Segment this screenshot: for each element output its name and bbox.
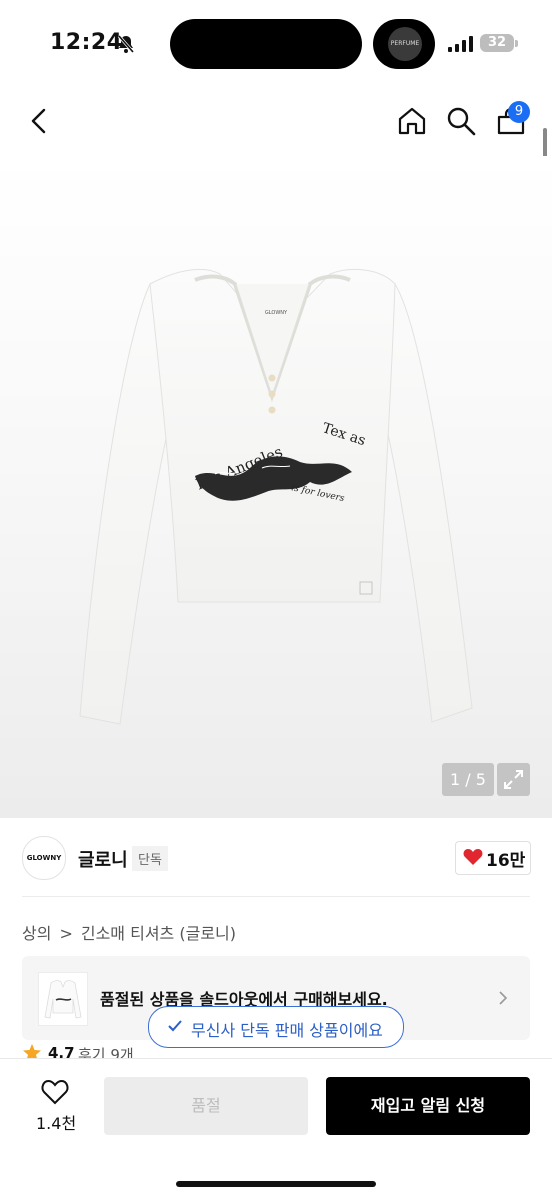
home-indicator [176,1181,376,1187]
home-icon[interactable] [396,105,428,137]
heart-icon [463,849,483,865]
dynamic-island [170,19,362,69]
brand-name[interactable]: 글로니 [78,846,128,872]
product-image[interactable]: GLOWNY Los Angeles Tex as is for lovers [0,156,552,818]
search-icon[interactable] [445,105,477,137]
silent-bell-icon [117,35,135,53]
back-arrow-icon[interactable] [26,106,54,136]
divider [22,896,530,897]
restock-alert-button[interactable]: 재입고 알림 신청 [326,1077,530,1135]
battery-indicator: 32 [480,34,514,52]
check-icon [168,1020,182,1032]
chevron-right-icon [499,991,508,1005]
breadcrumb-separator: > [59,924,73,943]
status-bar: 12:24 PERFUME 32 [0,0,552,86]
exclusive-tag: 단독 [132,846,168,871]
status-time: 12:24 [50,30,123,55]
breadcrumb-item-category[interactable]: 상의 [22,924,51,943]
cart-count-badge: 9 [508,101,530,123]
expand-icon [504,770,523,789]
product-photo: GLOWNY Los Angeles Tex as is for lovers [79,268,473,725]
exclusive-notice-pill: 무신사 단독 판매 상품이에요 [148,1006,404,1048]
live-activity-thumbnail: PERFUME [388,27,422,61]
breadcrumb-item-subcategory[interactable]: 긴소매 티셔츠 (글로니) [81,924,236,943]
brand-logo[interactable]: GLOWNY [22,836,66,880]
exclusive-notice-text: 무신사 단독 판매 상품이에요 [191,1021,383,1040]
breadcrumb: 상의 > 긴소매 티셔츠 (글로니) [22,920,244,944]
wishlist-count: 1.4천 [36,1114,77,1133]
cellular-signal-icon [448,36,473,52]
soldout-product-thumbnail [38,972,88,1026]
brand-like-count: 16만 [486,851,526,871]
wishlist-heart-icon[interactable] [41,1079,69,1105]
neck-label: GLOWNY [265,310,288,316]
expand-image-button[interactable] [497,763,530,796]
soldout-button: 품절 [104,1077,308,1135]
battery-tip [515,40,518,47]
image-counter: 1 / 5 [442,763,494,796]
